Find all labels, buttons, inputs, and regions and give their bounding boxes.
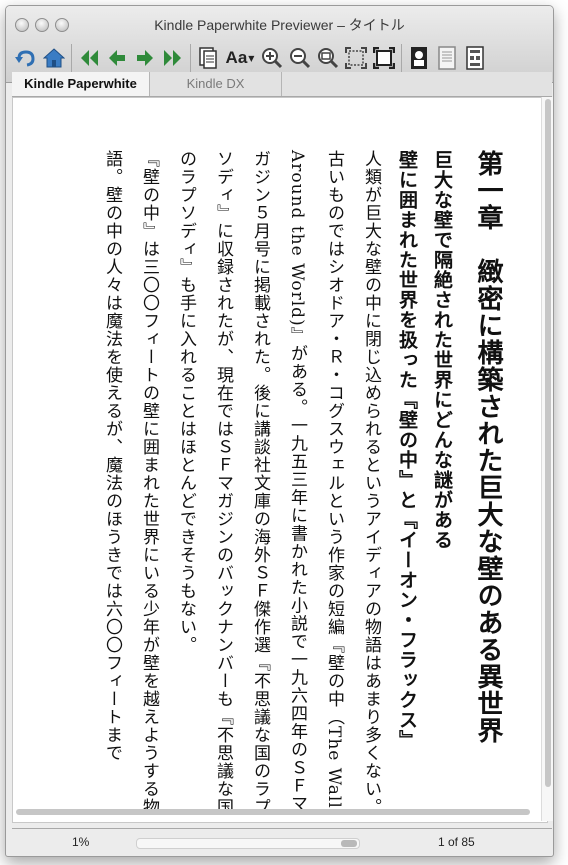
- zoom-out-button[interactable]: [286, 44, 314, 72]
- page-slider-knob[interactable]: [341, 840, 357, 847]
- full-screen-icon: [373, 47, 395, 69]
- font-size-icon: Aa: [225, 48, 248, 67]
- previous-page-icon: [109, 50, 125, 66]
- device-settings-icon: [466, 46, 484, 70]
- zoom-reset-button[interactable]: [314, 44, 342, 72]
- fit-page-icon: [345, 47, 367, 69]
- horizontal-scrollbar[interactable]: [12, 807, 536, 817]
- first-page-icon: [81, 50, 98, 66]
- previewer-window: Kindle Paperwhite Previewer – タイトル Aa ▼ …: [5, 5, 554, 857]
- undo-button[interactable]: [12, 44, 40, 72]
- undo-icon: [15, 50, 35, 67]
- chevron-down-icon: ▼: [248, 53, 255, 63]
- device-settings-button[interactable]: [461, 44, 489, 72]
- zoom-out-icon: [290, 48, 311, 69]
- next-page-icon: [137, 50, 153, 66]
- body-paragraph: 『壁の中』は三〇〇フィートの壁に囲まれた世界にいる少年が壁を越えようする物語。壁…: [102, 150, 159, 816]
- tab-kindle-paperwhite[interactable]: Kindle Paperwhite: [12, 72, 150, 96]
- vertical-scroll-thumb[interactable]: [545, 99, 551, 787]
- zoom-reset-icon: [318, 48, 339, 69]
- toolbar: Aa ▼: [12, 41, 489, 75]
- zoom-in-button[interactable]: [258, 44, 286, 72]
- first-page-button[interactable]: [75, 44, 103, 72]
- portrait-orientation-button[interactable]: [405, 44, 433, 72]
- font-size-button[interactable]: Aa ▼: [222, 44, 258, 72]
- body-paragraph: 人類が巨大な壁の中に閉じ込められるというアイディアの物語はあまり多くない。古いも…: [176, 150, 381, 816]
- home-button[interactable]: [40, 44, 68, 72]
- tab-kindle-dx[interactable]: Kindle DX: [150, 72, 282, 96]
- full-screen-button[interactable]: [370, 44, 398, 72]
- last-page-icon: [164, 50, 181, 66]
- document-icon: [438, 46, 456, 70]
- chapter-title: 第一章 緻密に構築された巨大な壁のある異世界: [473, 150, 503, 744]
- page-slider[interactable]: [136, 838, 360, 849]
- status-bar: 1% 1 of 85: [12, 828, 552, 855]
- zoom-in-icon: [262, 48, 283, 69]
- portrait-orientation-icon: [411, 47, 427, 69]
- table-of-contents-icon: [199, 47, 217, 69]
- section-heading: 巨大な壁で隔絶された世界にどんな謎がある: [431, 150, 453, 550]
- toolbar-separator: [71, 44, 72, 72]
- toolbar-separator: [401, 44, 402, 72]
- home-icon: [43, 48, 65, 68]
- window-title: Kindle Paperwhite Previewer – タイトル: [154, 17, 405, 33]
- vertical-text-page: 第一章 緻密に構築された巨大な壁のある異世界 巨大な壁で隔絶された世界にどんな謎…: [39, 150, 517, 820]
- next-page-button[interactable]: [131, 44, 159, 72]
- progress-percent: 1%: [72, 835, 90, 849]
- vertical-scrollbar[interactable]: [541, 97, 553, 821]
- last-page-button[interactable]: [159, 44, 187, 72]
- page-indicator: 1 of 85: [438, 835, 475, 849]
- section-subheading: 壁に囲まれた世界を扱った『壁の中』と『イーオン・フラックス』: [396, 150, 418, 750]
- device-tab-bar: Kindle Paperwhite Kindle DX: [12, 72, 552, 97]
- document-view-button[interactable]: [433, 44, 461, 72]
- toolbar-separator: [190, 44, 191, 72]
- fit-page-button[interactable]: [342, 44, 370, 72]
- book-viewer[interactable]: 第一章 緻密に構築された巨大な壁のある異世界 巨大な壁で隔絶された世界にどんな謎…: [12, 97, 548, 823]
- table-of-contents-button[interactable]: [194, 44, 222, 72]
- previous-page-button[interactable]: [103, 44, 131, 72]
- horizontal-scroll-thumb[interactable]: [16, 809, 530, 815]
